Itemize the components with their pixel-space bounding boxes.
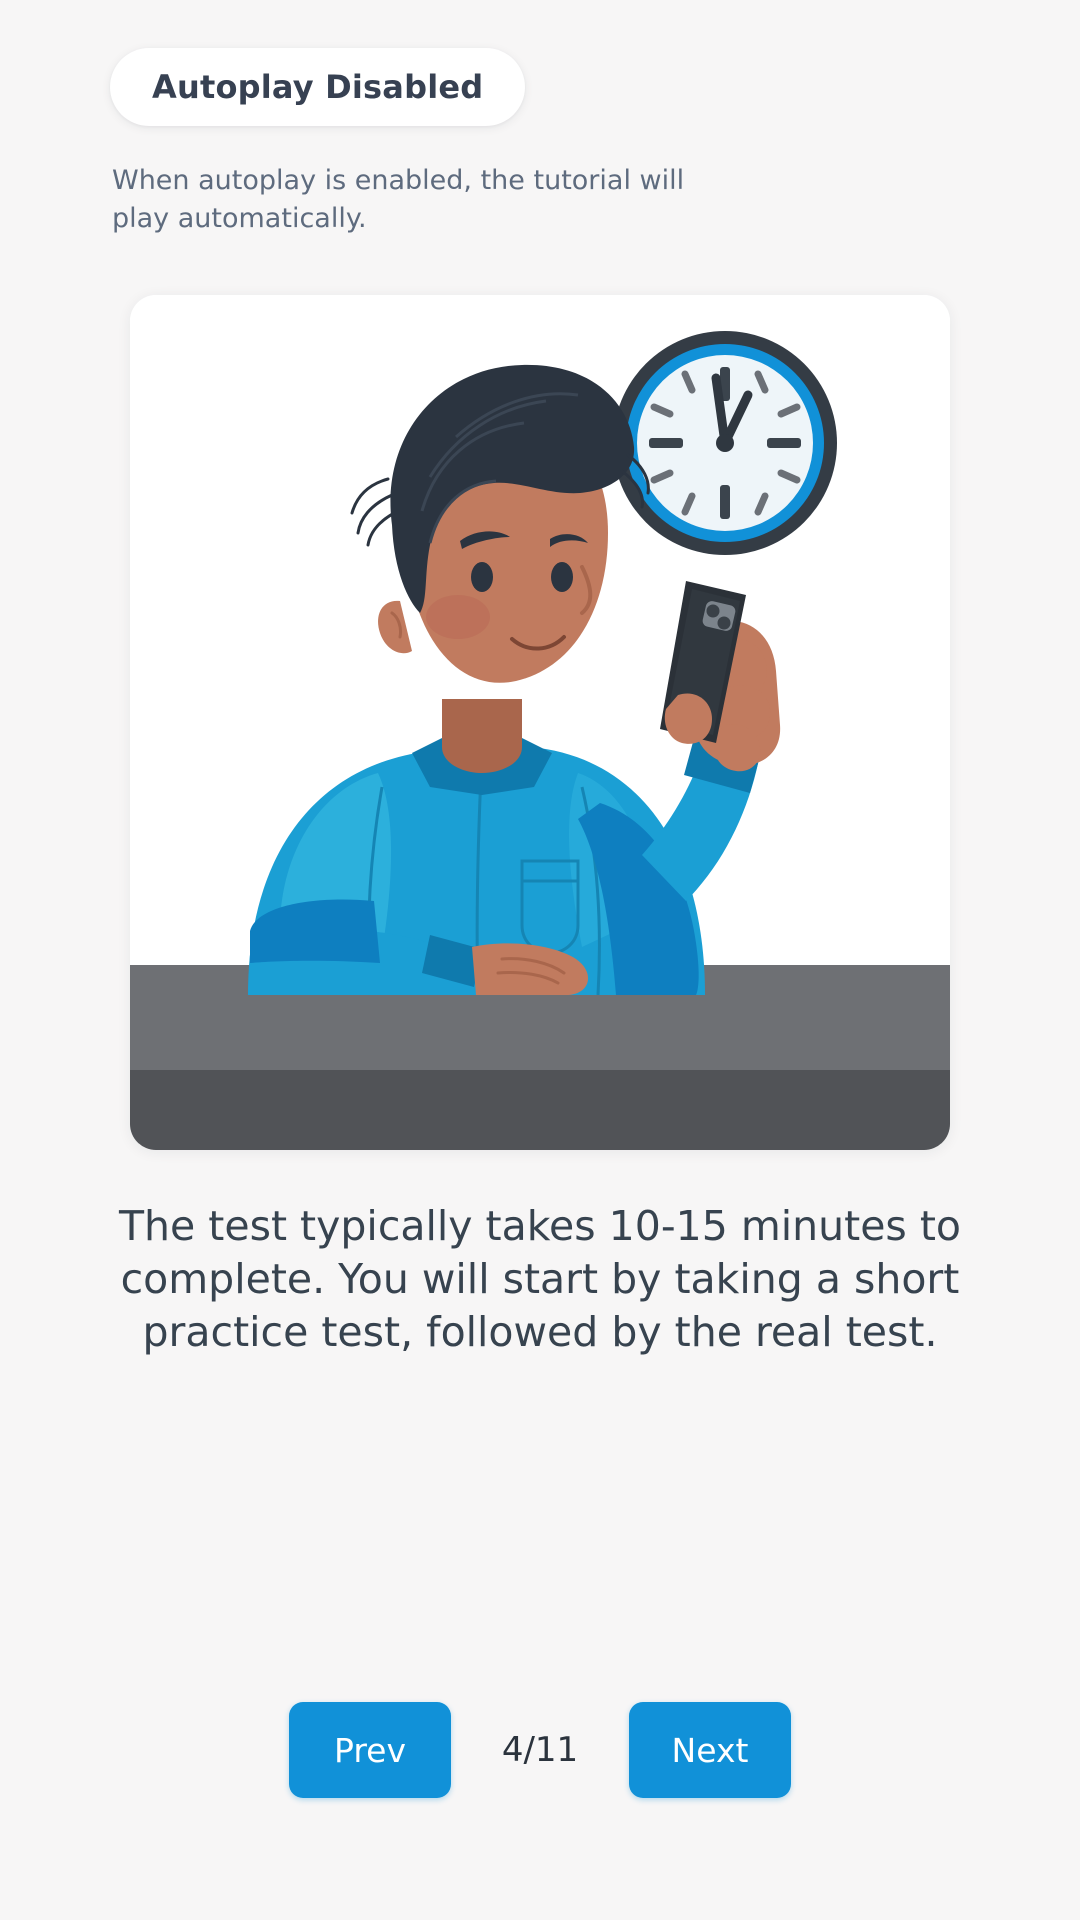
page-counter: 4/11: [501, 1730, 579, 1770]
tutorial-caption: The test typically takes 10-15 minutes t…: [119, 1201, 961, 1357]
tutorial-illustration-card: [130, 294, 950, 1150]
prev-button[interactable]: Prev: [289, 1702, 451, 1798]
illustration-svg: [130, 294, 950, 1150]
next-button[interactable]: Next: [629, 1702, 791, 1798]
tutorial-navigation: Prev 4/11 Next: [0, 1702, 1080, 1798]
autoplay-badge-label: Autoplay Disabled: [152, 68, 484, 106]
autoplay-description: When autoplay is enabled, the tutorial w…: [112, 165, 685, 235]
autoplay-badge-container: Autoplay Disabled: [0, 0, 1080, 126]
wall-clock-icon: [613, 330, 837, 555]
tutorial-screen: Autoplay Disabled When autoplay is enabl…: [0, 0, 1080, 1920]
autoplay-toggle-badge[interactable]: Autoplay Disabled: [110, 48, 526, 126]
